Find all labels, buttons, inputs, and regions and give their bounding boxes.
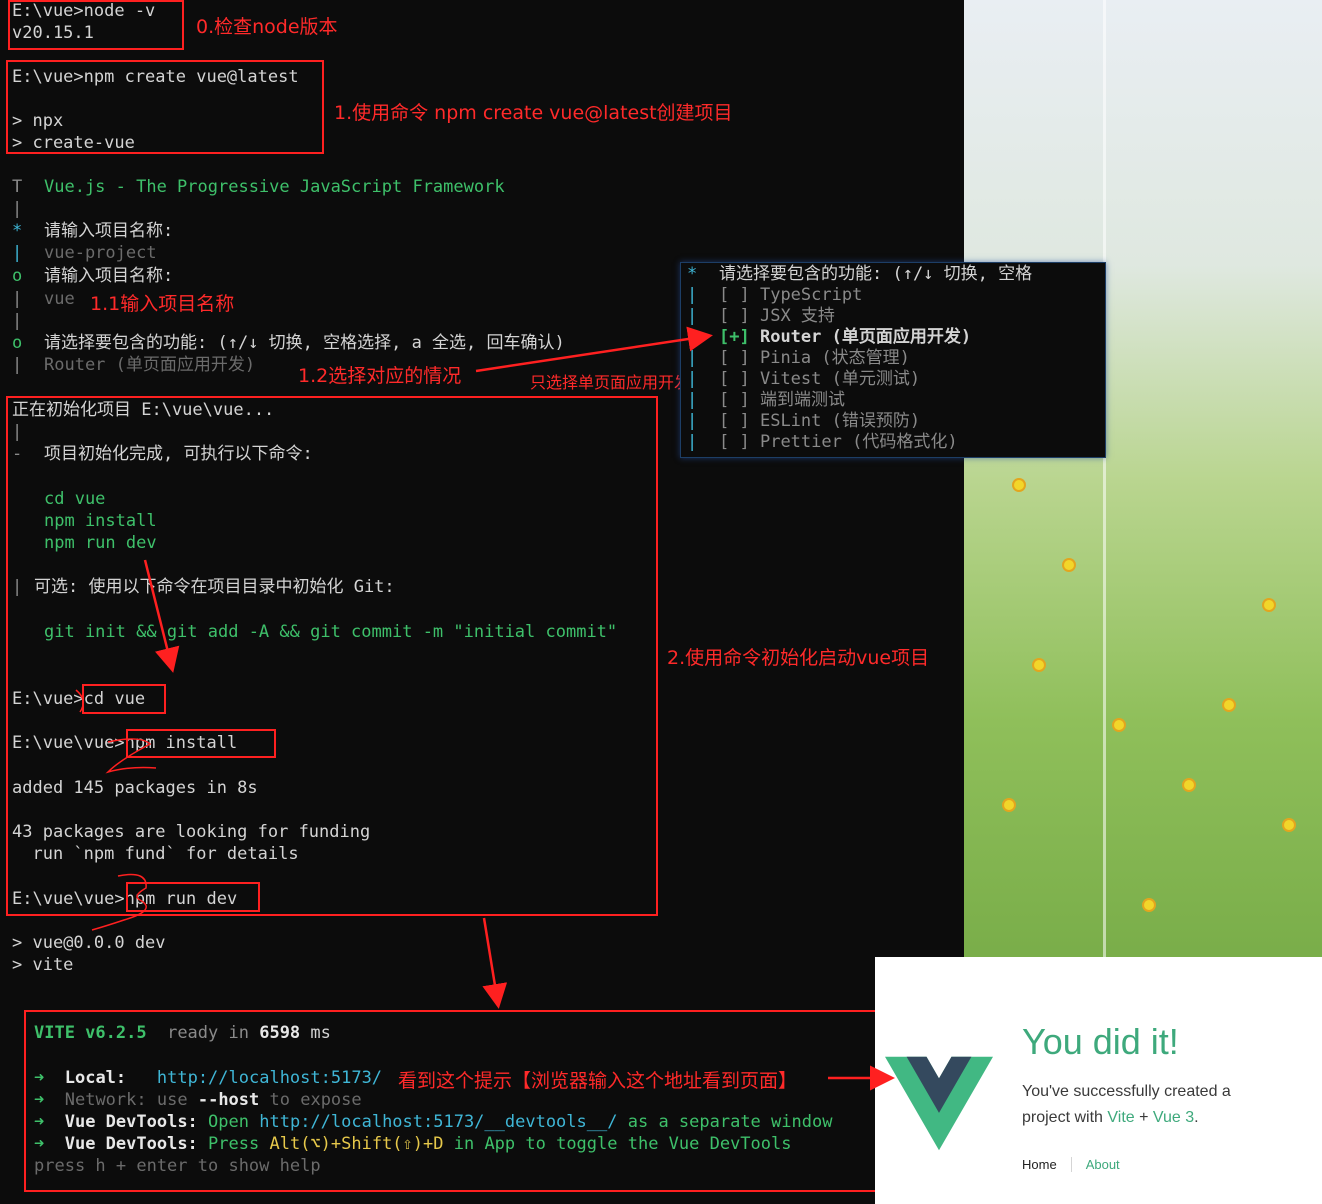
page-title: You did it! [1022,1021,1179,1062]
annotation-step-0: 0.检查node版本 [196,16,338,38]
vite-local-line: ➜ Local: http://localhost:5173/ [34,1068,383,1088]
checkbox-typescript[interactable]: [ ] TypeScript [719,284,862,306]
vite-devtools-open-line: ➜ Vue DevTools: Open http://localhost:51… [34,1112,833,1132]
window-edge [1103,0,1106,960]
highlight-install [126,729,276,758]
flower-decoration [1264,600,1274,610]
nav-home-link[interactable]: Home [1022,1157,1072,1172]
project-name-value: vue [44,289,75,309]
vite-network-line: ➜ Network: use --host to expose [34,1090,362,1110]
highlight-create-command [6,60,324,154]
checkbox-prettier[interactable]: [ ] Prettier (代码格式化) [719,431,958,453]
vue-banner: Vue.js - The Progressive JavaScript Fram… [44,176,505,198]
vite-devtools-toggle-line: ➜ Vue DevTools: Press Alt(⌥)+Shift(⇧)+D … [34,1134,792,1154]
checkbox-eslint[interactable]: [ ] ESLint (错误预防) [719,410,920,432]
page-nav: Home About [1022,1157,1120,1172]
nav-about-link[interactable]: About [1072,1157,1120,1172]
tree-pipe: | [12,311,23,331]
flower-decoration [1014,480,1024,490]
vite-help-line: press h + enter to show help [34,1156,321,1176]
prompt-name-label: 请输入项目名称: [44,221,174,241]
prompt-name-label-done: 请输入项目名称: [44,266,174,286]
annotation-router-only: 只选择单页面应用开发 [530,373,691,392]
tree-pipe: | [12,243,23,263]
checkbox-jsx[interactable]: [ ] JSX 支持 [719,305,835,327]
popup-title: 请选择要包含的功能: (↑/↓ 切换, 空格 [719,264,1033,284]
vue-logo-icon [885,1056,993,1151]
annotation-step-2: 2.使用命令初始化启动vue项目 [667,647,930,669]
local-url-link[interactable]: http://localhost:5173/ [157,1068,382,1088]
vue3-link[interactable]: Vue 3 [1153,1109,1194,1126]
highlight-run-dev [126,882,260,912]
dev-script-line-2: > vite [12,955,74,975]
features-selected-value: Router (单页面应用开发) [44,355,256,375]
tree-pipe: | [12,199,23,219]
prompt-features-label: 请选择要包含的功能: (↑/↓ 切换, 空格选择, a 全选, 回车确认) [44,333,565,353]
browser-vue-welcome-page: You did it! You've successfully created … [875,957,1322,1204]
project-name-placeholder: vue-project [44,243,157,263]
checkbox-router[interactable]: [+] Router (单页面应用开发) [719,326,971,348]
annotation-step-1-2: 1.2选择对应的情况 [298,365,462,387]
flower-decoration [1144,900,1154,910]
flower-decoration [1284,820,1294,830]
vite-dev-server-output: VITE v6.2.5 ready in 6598 ms ➜ Local: ht… [24,1010,884,1192]
flower-decoration [1004,800,1014,810]
flower-decoration [1114,720,1124,730]
flower-decoration [1034,660,1044,670]
vue-banner-text: Vue.js - The Progressive JavaScript Fram… [44,177,505,197]
highlight-node-version [8,0,184,50]
devtools-url-link[interactable]: http://localhost:5173/__devtools__/ [259,1112,617,1132]
checkbox-vitest[interactable]: [ ] Vitest (单元测试) [719,368,920,390]
checkbox-e2e[interactable]: [ ] 端到端测试 [719,389,845,411]
flower-decoration [1224,700,1234,710]
annotation-step-3: 看到这个提示【浏览器输入这个地址看到页面】 [398,1070,798,1092]
prompt-done-marker: o [12,333,23,353]
checkbox-pinia[interactable]: [ ] Pinia (状态管理) [719,347,910,369]
prompt-active-marker: * [687,264,698,284]
page-subtitle: You've successfully created a project wit… [1022,1083,1231,1126]
flower-decoration [1184,780,1194,790]
tree-pipe: | [12,289,23,309]
vite-ready-line: VITE v6.2.5 ready in 6598 ms [34,1023,331,1043]
tree-pipe: | [12,355,23,375]
vite-link[interactable]: Vite [1107,1109,1134,1126]
vite-version: VITE v6.2.5 [34,1023,147,1043]
tree-top-marker: T [12,177,23,197]
feature-select-popup: * 请选择要包含的功能: (↑/↓ 切换, 空格 | | | | | | | |… [680,262,1106,458]
tree-pipe: | | | | | | | | [687,285,698,452]
prompt-active-marker: * [12,221,23,241]
prompt-done-marker: o [12,266,23,286]
highlight-cd [82,684,166,714]
annotation-step-1: 1.使用命令 npm create vue@latest创建项目 [328,94,739,129]
annotation-step-1-1: 1.1输入项目名称 [90,293,235,315]
highlight-init-section [6,396,658,916]
flower-decoration [1064,560,1074,570]
dev-script-line-1: > vue@0.0.0 dev [12,933,166,953]
